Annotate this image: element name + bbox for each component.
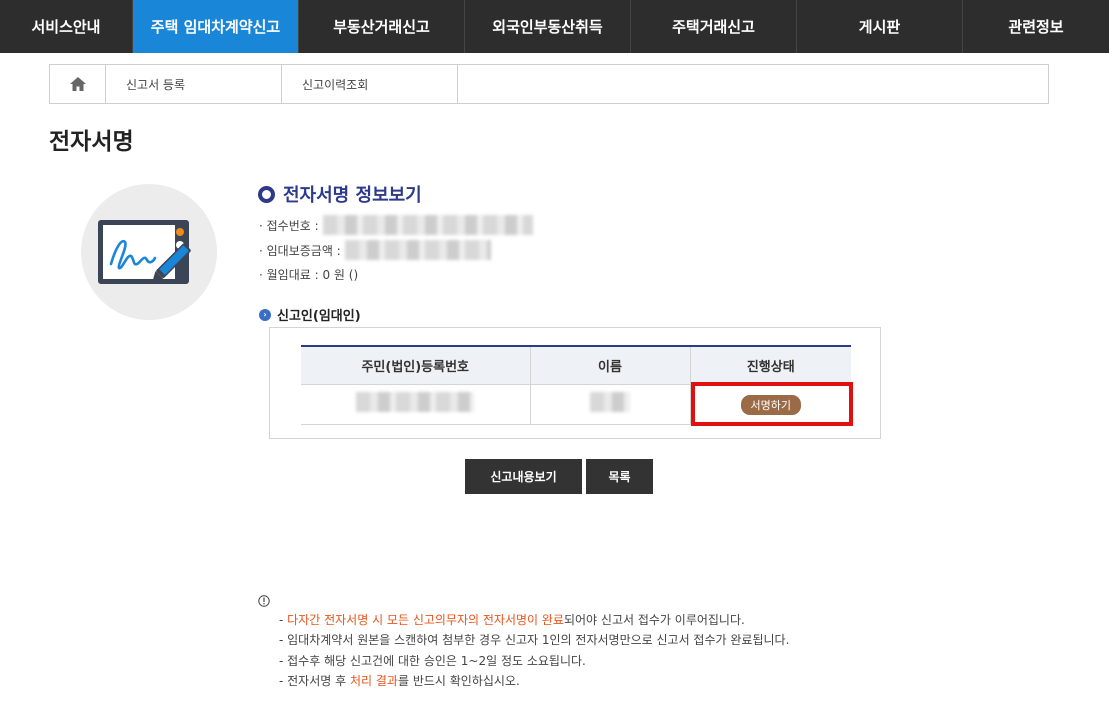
table-row: 서명하기: [301, 381, 853, 426]
nav-item-real-estate-transaction[interactable]: 부동산거래신고: [299, 0, 465, 53]
signature-illustration: [81, 184, 217, 320]
view-report-button[interactable]: 신고내용보기: [465, 459, 582, 494]
notice-line-2: - 임대차계약서 원본을 스캔하여 첨부한 경우 신고자 1인의 전자서명만으로…: [279, 633, 790, 647]
receipt-number-row: · 접수번호 :: [259, 215, 533, 235]
status-cell: 서명하기: [690, 381, 853, 426]
nav-item-related-info[interactable]: 관련정보: [963, 0, 1109, 53]
notice-line-4: - 전자서명 후 처리 결과를 반드시 확인하십시오.: [279, 672, 520, 689]
deposit-row: · 임대보증금액 :: [259, 240, 491, 260]
list-button[interactable]: 목록: [586, 459, 653, 494]
notice-line-1-highlight: 다자간 전자서명 시 모든 신고의무자의 전자서명이 완료: [287, 613, 564, 627]
subnav-report-register[interactable]: 신고서 등록: [106, 65, 282, 103]
nav-item-board[interactable]: 게시판: [797, 0, 963, 53]
notice-line-1-suffix: 되어야 신고서 접수가 이루어집니다.: [563, 613, 745, 627]
info-section-title-text: 전자서명 정보보기: [283, 185, 422, 206]
home-button[interactable]: [50, 65, 106, 103]
reporter-table: 주민(법인)등록번호 이름 진행상태 서명하기: [301, 345, 853, 426]
monthly-rent-label: · 월임대료 : 0 원 (): [259, 267, 359, 282]
header-status: 진행상태: [690, 345, 851, 385]
header-name: 이름: [530, 345, 691, 385]
sign-button[interactable]: 서명하기: [740, 394, 801, 415]
nav-item-housing-transaction[interactable]: 주택거래신고: [631, 0, 797, 53]
notice-line-4-prefix: - 전자서명 후: [279, 674, 350, 688]
registration-number-cell: [301, 384, 531, 425]
monthly-rent-row: · 월임대료 : 0 원 (): [259, 264, 358, 284]
reporter-section-title-text: 신고인(임대인): [277, 309, 361, 324]
notice-line-1-prefix: -: [279, 613, 288, 627]
receipt-number-redacted: [322, 215, 533, 235]
subnav-report-history[interactable]: 신고이력조회: [282, 65, 458, 103]
notice-line-4-highlight: 처리 결과: [349, 674, 398, 688]
nav-item-service-info[interactable]: 서비스안내: [0, 0, 133, 53]
info-section-title: 전자서명 정보보기: [258, 181, 422, 207]
deposit-redacted: [344, 240, 491, 260]
table-header-row: 주민(법인)등록번호 이름 진행상태: [301, 345, 851, 385]
nav-item-foreigner-acquisition[interactable]: 외국인부동산취득: [465, 0, 631, 53]
deposit-label: · 임대보증금액 :: [259, 243, 341, 258]
notice-line-4-suffix: 를 반드시 확인하십시오.: [397, 674, 520, 688]
page-title: 전자서명: [49, 129, 134, 155]
reporter-section-title: › 신고인(임대인): [259, 305, 361, 324]
header-registration-number: 주민(법인)등록번호: [301, 345, 531, 385]
info-icon: [258, 595, 270, 607]
name-cell: [530, 384, 691, 425]
home-icon: [69, 77, 86, 91]
notice-line-3: - 접수후 해당 신고건에 대한 승인은 1~2일 정도 소요됩니다.: [279, 654, 586, 668]
reporter-table-box: 주민(법인)등록번호 이름 진행상태 서명하기: [269, 327, 881, 439]
receipt-number-label: · 접수번호 :: [259, 218, 319, 233]
nav-item-housing-lease-report[interactable]: 주택 임대차계약신고: [133, 0, 299, 53]
top-navigation: 서비스안내 주택 임대차계약신고 부동산거래신고 외국인부동산취득 주택거래신고…: [0, 0, 1109, 53]
name-redacted: [590, 392, 630, 412]
registration-number-redacted: [356, 392, 475, 412]
arrow-bullet-icon: ›: [259, 308, 271, 321]
tablet-signature-icon: [98, 220, 191, 284]
notice-line-1: - 다자간 전자서명 시 모든 신고의무자의 전자서명이 완료되어야 신고서 접…: [279, 611, 745, 628]
ring-bullet-icon: [258, 185, 275, 203]
breadcrumb: 신고서 등록 신고이력조회: [49, 64, 1049, 104]
